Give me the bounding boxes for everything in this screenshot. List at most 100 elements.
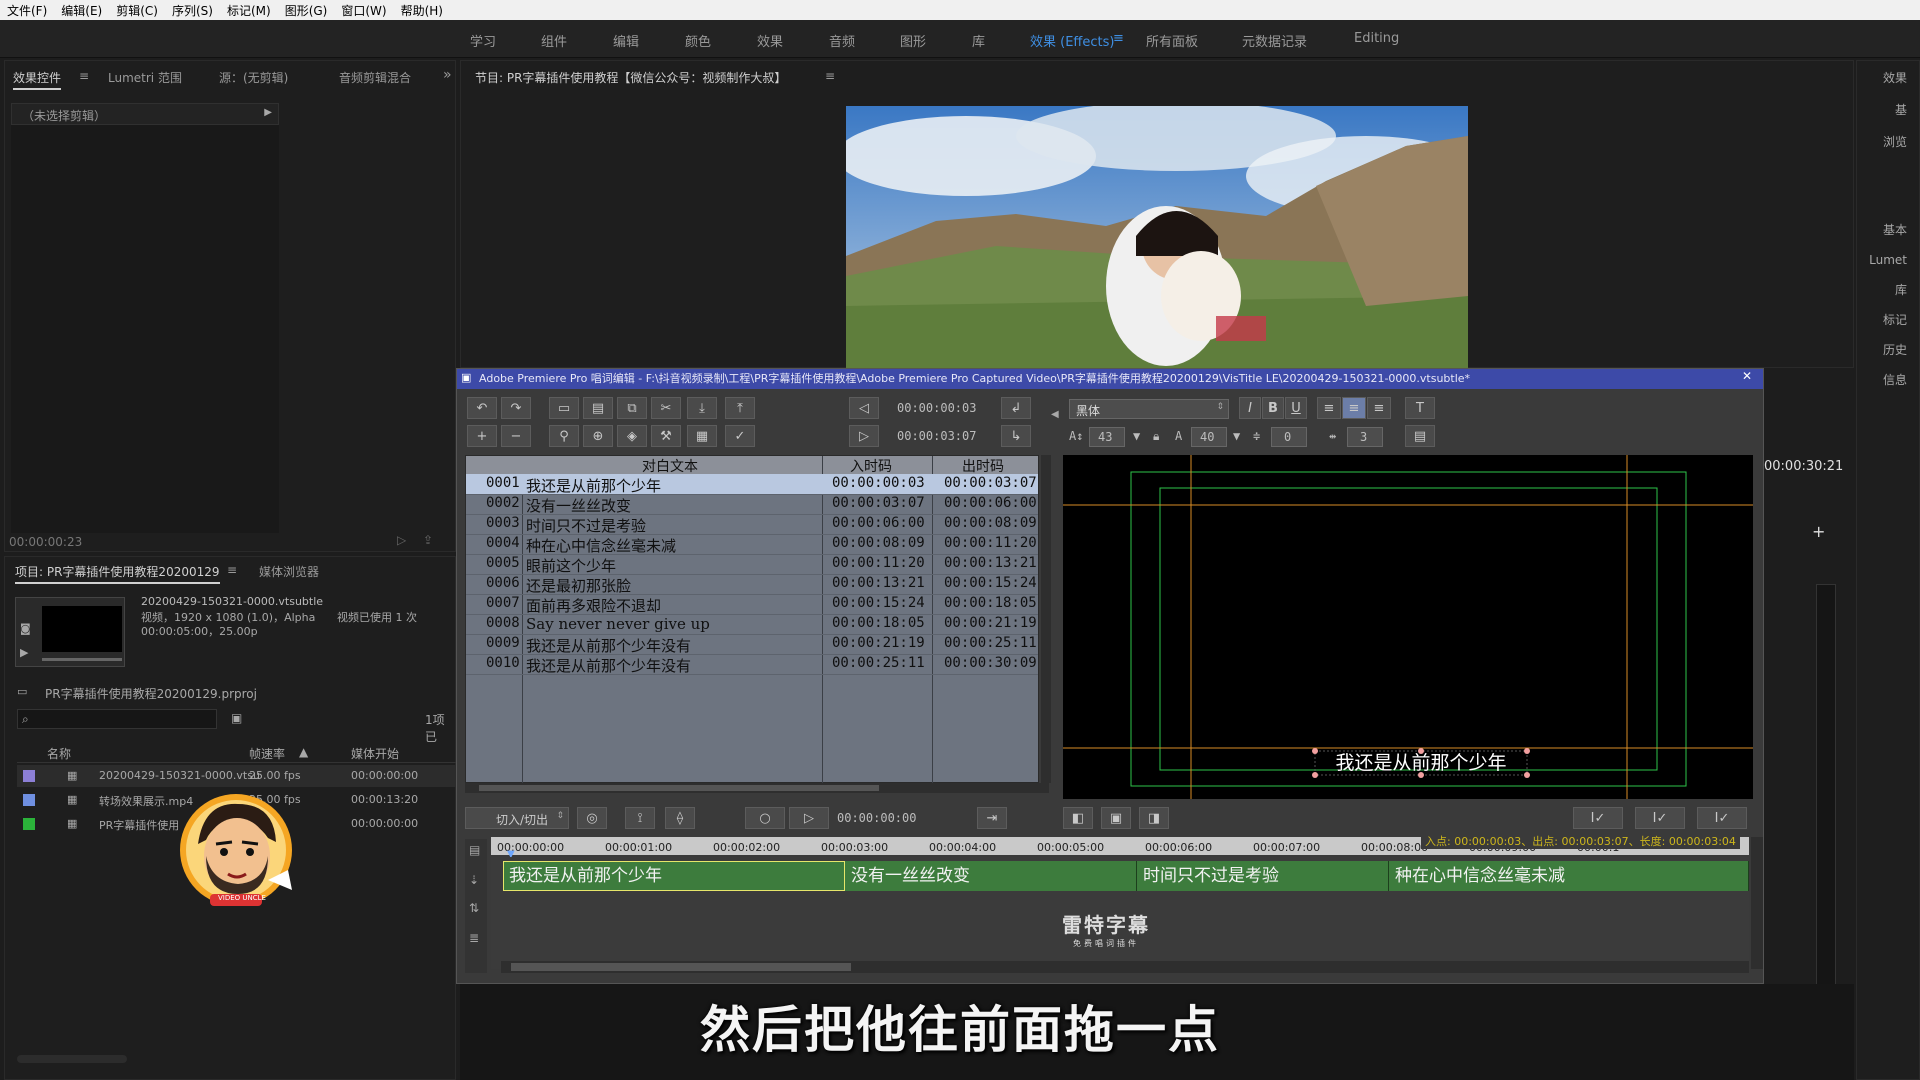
stack-icon[interactable]: ≣ xyxy=(469,931,479,945)
italic-icon[interactable]: I xyxy=(1239,397,1261,419)
text-tool-icon[interactable]: T xyxy=(1405,397,1435,419)
workspace-metadata[interactable]: 元数据记录 xyxy=(1242,31,1307,50)
row-text[interactable]: 还是最初那张脸 xyxy=(526,575,631,596)
menu-sequence[interactable]: 序列(S) xyxy=(165,2,220,19)
insert-icon[interactable]: ⇣ xyxy=(469,873,479,887)
split-icon[interactable]: ⟟ xyxy=(625,807,655,829)
row-in-timecode[interactable]: 00:00:00:03 xyxy=(832,475,925,491)
align-center-icon[interactable]: ≡ xyxy=(1342,397,1366,419)
open-file-icon[interactable]: ▤ xyxy=(583,397,613,419)
workspace-effects-en[interactable]: 效果 (Effects) xyxy=(1030,31,1114,50)
workspace-menu-icon[interactable]: ≡ xyxy=(1113,31,1124,46)
row-text[interactable]: 没有一丝丝改变 xyxy=(526,495,631,516)
set-out-icon[interactable]: I✓ xyxy=(1635,807,1685,829)
subtitle-row[interactable]: 0008 Say never never give up 00:00:18:05 00… xyxy=(466,614,1038,635)
safe-area-icon[interactable]: ▤ xyxy=(1405,425,1435,447)
export-file-icon[interactable]: ⤒ xyxy=(725,397,755,419)
table-hscrollbar[interactable] xyxy=(465,783,1049,793)
row-text[interactable]: 我还是从前那个少年 xyxy=(526,475,661,496)
snapshot-icon[interactable]: ◎ xyxy=(577,807,607,829)
workspace-assembly[interactable]: 组件 xyxy=(541,31,567,50)
right-tab-markers[interactable]: 标记 xyxy=(1883,311,1907,328)
row-out-timecode[interactable]: 00:00:08:09 xyxy=(944,515,1037,531)
align-bottom-center-icon[interactable]: ▣ xyxy=(1101,807,1131,829)
row-text[interactable]: 眼前这个少年 xyxy=(526,555,616,576)
subtitle-row[interactable]: 0010 我还是从前那个少年没有 00:00:25:11 00:00:30:09 xyxy=(466,654,1038,675)
in-timecode[interactable]: 00:00:00:03 xyxy=(897,401,976,415)
subtitle-row[interactable]: 0003 时间只不过是考验 00:00:06:00 00:00:08:09 xyxy=(466,514,1038,535)
go-in-icon[interactable]: ↲ xyxy=(1001,397,1031,419)
zoom-icon[interactable]: ⊕ xyxy=(583,425,613,447)
row-in-timecode[interactable]: 00:00:03:07 xyxy=(832,495,925,511)
row-out-timecode[interactable]: 00:00:03:07 xyxy=(944,475,1037,491)
align-bottom-left-icon[interactable]: ◧ xyxy=(1063,807,1093,829)
right-tab-history[interactable]: 历史 xyxy=(1883,341,1907,358)
list-icon[interactable]: ▤ xyxy=(469,843,480,857)
label-color-swatch[interactable] xyxy=(23,794,35,806)
merge-icon[interactable]: ⟠ xyxy=(665,807,695,829)
row-out-timecode[interactable]: 00:00:18:05 xyxy=(944,595,1037,611)
workspace-learn[interactable]: 学习 xyxy=(470,31,496,50)
tab-lumetri-scopes[interactable]: Lumetri 范围 xyxy=(108,69,182,86)
workspace-all-panels[interactable]: 所有面板 xyxy=(1146,31,1198,50)
project-search-input[interactable]: ⌕ xyxy=(17,709,217,729)
tab-source[interactable]: 源：(无剪辑) xyxy=(219,69,288,86)
label-color-swatch[interactable] xyxy=(23,818,35,830)
spacing-field[interactable]: 40 xyxy=(1191,427,1227,447)
col-fps[interactable]: 帧速率 xyxy=(249,745,285,762)
set-in-icon[interactable]: I✓ xyxy=(1573,807,1623,829)
timeline-ruler[interactable]: 00:00:00:00 00:00:01:00 00:00:02:00 00:00:0… xyxy=(491,833,1749,855)
menu-help[interactable]: 帮助(H) xyxy=(394,2,450,19)
style-icon[interactable]: ◈ xyxy=(617,425,647,447)
row-in-timecode[interactable]: 00:00:21:19 xyxy=(832,635,925,651)
right-tab-lumetri[interactable]: Lumet xyxy=(1869,253,1907,267)
row-out-timecode[interactable]: 00:00:15:24 xyxy=(944,575,1037,591)
subtitle-row[interactable]: 0005 眼前这个少年 00:00:11:20 00:00:13:21 xyxy=(466,554,1038,575)
timeline-hscroll-thumb[interactable] xyxy=(511,963,851,971)
row-in-timecode[interactable]: 00:00:18:05 xyxy=(832,615,925,631)
find-icon[interactable]: ⚲ xyxy=(549,425,579,447)
play-timecode[interactable]: 00:00:00:00 xyxy=(837,811,916,825)
workspace-editing[interactable]: 编辑 xyxy=(613,31,639,50)
font-select[interactable]: 黑体 ⇕ xyxy=(1069,399,1229,419)
row-in-timecode[interactable]: 00:00:06:00 xyxy=(832,515,925,531)
redo-icon[interactable]: ↷ xyxy=(501,397,531,419)
row-text[interactable]: 时间只不过是考验 xyxy=(526,515,646,536)
cut-icon[interactable]: ✂ xyxy=(651,397,681,419)
underline-icon[interactable]: U xyxy=(1285,397,1307,419)
add-icon[interactable]: + xyxy=(1812,522,1825,541)
preview-subtitle-text[interactable]: 我还是从前那个少年 xyxy=(1315,751,1527,775)
right-tab-browse[interactable]: 浏览 xyxy=(1883,133,1907,150)
col-name[interactable]: 名称 xyxy=(47,745,71,762)
timeline-subtitle-segment[interactable]: 时间只不过是考验 xyxy=(1137,861,1389,891)
subtitle-row[interactable]: 0009 我还是从前那个少年没有 00:00:21:19 00:00:25:11 xyxy=(466,634,1038,655)
right-tab-libraries[interactable]: 库 xyxy=(1895,281,1907,298)
remove-row-icon[interactable]: − xyxy=(501,425,531,447)
play-icon[interactable]: ▶ xyxy=(20,646,28,659)
thumbnail-scrubber[interactable] xyxy=(42,658,122,661)
program-menu-icon[interactable]: ≡ xyxy=(825,69,835,83)
align-left-icon[interactable]: ≡ xyxy=(1317,397,1341,419)
tool-icon[interactable]: ⚒ xyxy=(651,425,681,447)
row-out-timecode[interactable]: 00:00:11:20 xyxy=(944,535,1037,551)
project-menu-icon[interactable]: ≡ xyxy=(227,563,237,577)
header-out[interactable]: 出时码 xyxy=(962,456,1004,476)
row-in-timecode[interactable]: 00:00:15:24 xyxy=(832,595,925,611)
subtitle-row[interactable]: 0004 种在心中信念丝毫未减 00:00:08:09 00:00:11:20 xyxy=(466,534,1038,555)
row-text[interactable]: 面前再多艰险不退却 xyxy=(526,595,661,616)
col-media-start[interactable]: 媒体开始 xyxy=(351,745,399,762)
row-out-timecode[interactable]: 00:00:25:11 xyxy=(944,635,1037,651)
right-tab-basic[interactable]: 基 xyxy=(1895,101,1907,118)
copy-icon[interactable]: ⧉ xyxy=(617,397,647,419)
menu-file[interactable]: 文件(F) xyxy=(0,2,54,19)
header-in[interactable]: 入时码 xyxy=(850,456,892,476)
bold-icon[interactable]: B xyxy=(1262,397,1284,419)
import-icon[interactable]: ⤓ xyxy=(687,397,717,419)
dropdown-icon-2[interactable]: ▼ xyxy=(1233,429,1240,443)
workspace-editing-en[interactable]: Editing xyxy=(1354,31,1399,46)
add-row-icon[interactable]: + xyxy=(467,425,497,447)
project-item-row[interactable]: ▦ 20200429-150321-0000.vtsu 25.00 fps 00:00… xyxy=(17,765,457,787)
tab-project[interactable]: 项目: PR字幕插件使用教程20200129 xyxy=(15,563,220,584)
workspace-libraries[interactable]: 库 xyxy=(972,31,985,50)
record-icon[interactable]: ○ xyxy=(745,807,785,829)
